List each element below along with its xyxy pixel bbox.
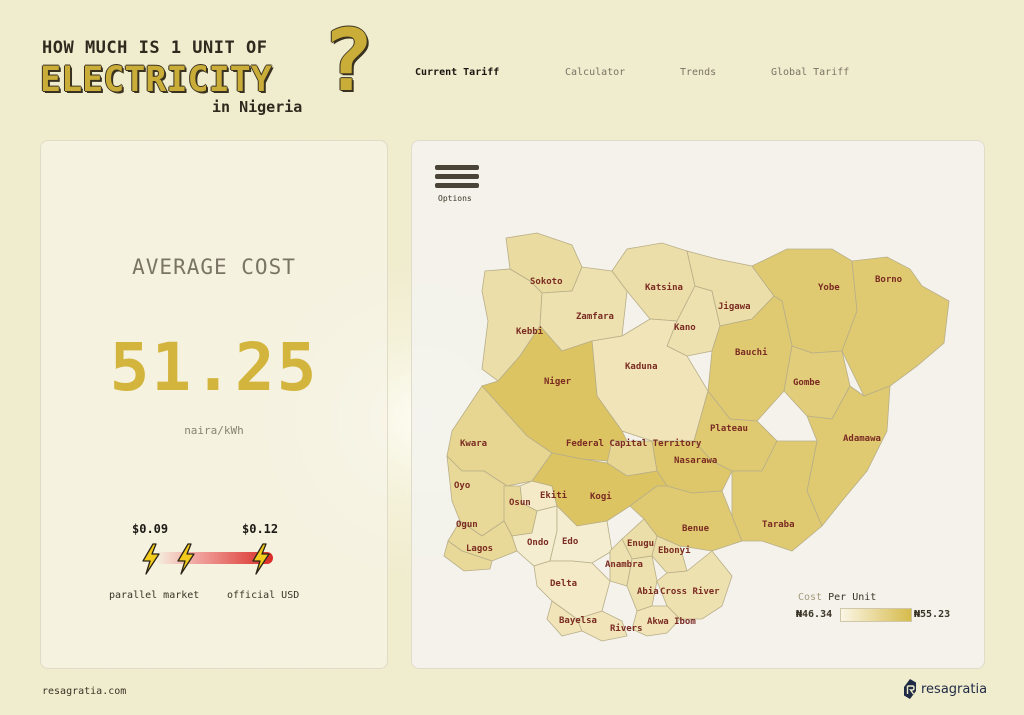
- state-label: Adamawa: [843, 434, 881, 444]
- state-label: Kogi: [590, 491, 612, 502]
- state-label: Federal Capital Territory: [566, 438, 702, 449]
- average-cost-unit: naira/kWh: [184, 424, 244, 437]
- official-usd-label: official USD: [227, 590, 300, 601]
- lightning-bolt-icon: [252, 543, 270, 575]
- average-cost-panel: AVERAGE COST 51.25 naira/kWh $0.09 $0.12…: [40, 140, 388, 669]
- state-label: Ondo: [527, 538, 549, 548]
- resagratia-logo: resagratia: [902, 678, 987, 700]
- state-label: Katsina: [645, 282, 683, 293]
- top-nav: Current Tariff Calculator Trends Global …: [0, 67, 1024, 81]
- legend-gradient: [840, 608, 912, 622]
- lightning-bolt-icon: [142, 543, 160, 575]
- state-label: Bauchi: [735, 347, 768, 358]
- state-label: Ogun: [456, 520, 478, 530]
- tab-global-tariff[interactable]: Global Tariff: [771, 67, 849, 78]
- state-label: Lagos: [466, 544, 493, 554]
- state-label: Enugu: [627, 539, 654, 549]
- parallel-rate-value: $0.09: [132, 522, 169, 536]
- state-label: Oyo: [454, 481, 470, 491]
- legend-max: ₦55.23: [914, 609, 951, 620]
- state-label: Akwa Ibom: [647, 617, 696, 627]
- state-label: Anambra: [605, 560, 643, 570]
- state-label: Abia: [637, 586, 659, 597]
- state-label: Zamfara: [576, 312, 614, 322]
- map-panel: Options Sokoto Kebbi Zamfara Katsina Kano Jig…: [411, 140, 985, 669]
- state-label: Ebonyi: [658, 545, 691, 556]
- footer-site[interactable]: resagratia.com: [42, 686, 126, 697]
- tab-current-tariff[interactable]: Current Tariff: [415, 67, 499, 78]
- state-label: Kaduna: [625, 362, 658, 372]
- state-label: Osun: [509, 498, 531, 508]
- state-label: Cross River: [660, 586, 720, 597]
- legend-min: ₦46.34: [796, 609, 833, 620]
- state-label: Delta: [550, 579, 577, 589]
- state-label: Jigawa: [718, 301, 751, 312]
- state-label: Yobe: [818, 283, 840, 293]
- state-label: Niger: [544, 376, 572, 387]
- average-cost-value: 51.25: [109, 329, 319, 406]
- parallel-market-label: parallel market: [109, 590, 200, 601]
- state-label: Kwara: [460, 439, 487, 449]
- state-label: Plateau: [710, 424, 748, 434]
- state-label: Gombe: [793, 378, 821, 388]
- state-delta[interactable]: [533, 560, 611, 620]
- legend-title-text: Per Unit: [828, 592, 877, 603]
- resagratia-logo-icon: [904, 679, 916, 699]
- state-label: Rivers: [610, 623, 643, 634]
- state-label: Edo: [562, 537, 578, 547]
- state-label: Benue: [682, 524, 710, 534]
- state-label: Kano: [674, 323, 696, 333]
- tab-trends[interactable]: Trends: [680, 67, 716, 78]
- state-label: Nasarawa: [674, 456, 717, 466]
- nigeria-choropleth-map: Sokoto Kebbi Zamfara Katsina Kano Jigawa Yobe B…: [443, 232, 950, 642]
- legend-prefix: Cost: [798, 592, 823, 603]
- tab-calculator[interactable]: Calculator: [565, 67, 625, 78]
- question-mark: ?: [322, 11, 374, 111]
- state-label: Taraba: [762, 520, 795, 530]
- state-label: Bayelsa: [559, 616, 597, 626]
- lightning-bolt-icon: [177, 543, 195, 575]
- state-label: Ekiti: [540, 490, 568, 501]
- official-rate-value: $0.12: [242, 522, 279, 536]
- state-label: Borno: [875, 275, 902, 285]
- resagratia-logo-text: resagratia: [921, 681, 988, 697]
- state-label: Kebbi: [516, 326, 544, 337]
- state-label: Sokoto: [530, 277, 563, 287]
- title-line-3: in Nigeria: [212, 98, 303, 116]
- legend-title: Cost Per Unit: [798, 592, 876, 603]
- average-cost-label: AVERAGE COST: [132, 255, 296, 279]
- title-line-1: HOW MUCH IS 1 UNIT OF: [42, 38, 268, 58]
